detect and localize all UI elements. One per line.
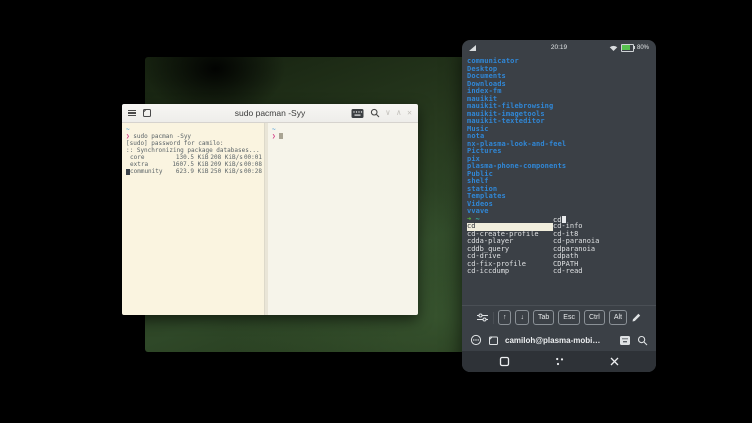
directory-entry: Music [467, 126, 656, 134]
new-tab-icon[interactable] [488, 335, 499, 346]
search-icon[interactable] [637, 335, 648, 346]
directory-entry: Pictures [467, 148, 656, 156]
nav-home-icon[interactable] [499, 356, 510, 367]
prompt-arrow: ➜ [467, 215, 471, 223]
download-size: 623.9 KiB [172, 168, 208, 175]
battery-icon [621, 44, 634, 52]
command-line: ❯ sudo pacman -Syy [126, 133, 262, 140]
prompt-path: ~ [126, 126, 262, 133]
keyboard-toggle-icon[interactable] [351, 108, 364, 119]
directory-entry: Public [467, 171, 656, 179]
keyboard-grid-icon[interactable] [619, 335, 631, 346]
nav-close-icon[interactable] [609, 356, 620, 367]
search-icon[interactable] [370, 108, 380, 118]
pacman-download-row: community 623.9 KiB 250 KiB/s 00:28 [126, 168, 262, 175]
prompt-line: ➜ ~ cd [467, 216, 656, 224]
directory-entry: plasma-phone-components [467, 163, 656, 171]
terminal-window: sudo pacman -Syy ∨ ∧ ✕ ~ ❯ sudo pacman -… [122, 104, 418, 315]
adjustments-icon[interactable] [476, 312, 489, 323]
terminal-pane-right[interactable]: ~ ❯ [268, 123, 418, 315]
completion-row: cd-iccdump cd-read [467, 268, 656, 276]
command-line: ❯ [272, 133, 414, 140]
terminal-output-line: :: Synchronizing package databases... [126, 147, 262, 154]
completion-item: cd-iccdump [467, 268, 553, 276]
new-tab-icon[interactable] [142, 108, 152, 118]
directory-entry: Videos [467, 201, 656, 209]
virtual-key[interactable]: Alt [609, 310, 627, 325]
prompt-path: ~ [475, 215, 479, 223]
completion-item: cd-read [553, 268, 583, 276]
block-cursor [126, 169, 130, 175]
mobile-terminal-screen[interactable]: communicatorDesktopDocumentsDownloadsind… [462, 55, 656, 305]
command-input-text: cd [553, 216, 566, 225]
output-lines: [sudo] password for camilo::: Synchroniz… [126, 140, 262, 154]
download-time: 00:01 [243, 154, 262, 161]
repo-name: extra [130, 161, 172, 168]
terminal-pane-left[interactable]: ~ ❯ sudo pacman -Syy [sudo] password for… [122, 123, 264, 315]
download-size: 1607.5 KiB [172, 161, 208, 168]
mobile-nav-bar [462, 351, 656, 372]
virtual-key[interactable]: Tab [533, 310, 554, 325]
prompt-path: ~ [272, 126, 414, 133]
tab-title[interactable]: camiloh@plasma-mobi… [505, 336, 613, 345]
completion-list: cd cd-info cd-create-profile cd-it8 cdda… [467, 223, 656, 276]
directory-entry: mauikit-texteditor [467, 118, 656, 126]
wifi-icon [609, 44, 618, 52]
clock: 20:19 [551, 44, 567, 51]
virtual-key[interactable]: ↑ [498, 310, 512, 325]
close-icon[interactable]: ✕ [407, 109, 412, 117]
download-size: 130.5 KiB [172, 154, 208, 161]
download-time: 00:28 [243, 168, 262, 175]
virtual-key[interactable]: Ctrl [584, 310, 605, 325]
maximize-icon[interactable]: ∧ [396, 109, 401, 117]
tab-bar: camiloh@plasma-mobi… [462, 329, 656, 351]
virtual-key[interactable]: ↓ [515, 310, 529, 325]
directory-listing: communicatorDesktopDocumentsDownloadsind… [467, 58, 656, 216]
battery-percent: 80% [637, 45, 649, 51]
desktop: sudo pacman -Syy ∨ ∧ ✕ ~ ❯ sudo pacman -… [0, 0, 752, 423]
menu-icon[interactable] [128, 110, 136, 116]
download-time: 00:08 [243, 161, 262, 168]
session-options-icon[interactable] [470, 334, 482, 346]
status-bar: 20:19 80% [462, 40, 656, 55]
download-speed: 250 KiB/s [208, 168, 242, 175]
virtual-key[interactable]: Esc [558, 310, 580, 325]
minimize-icon[interactable]: ∨ [386, 109, 391, 117]
repo-name: community [130, 168, 172, 175]
download-speed: 208 KiB/s [208, 154, 242, 161]
text-cursor [279, 133, 283, 139]
pacman-download-row: core 130.5 KiB 208 KiB/s 00:01 [126, 154, 262, 161]
repo-name: core [130, 154, 172, 161]
text-cursor [562, 216, 566, 223]
virtual-keys: ↑↓ Tab Esc Ctrl Alt [498, 310, 627, 325]
directory-entry: Templates [467, 193, 656, 201]
download-speed: 209 KiB/s [208, 161, 242, 168]
toolbar-separator [493, 312, 494, 324]
terminal-key-toolbar: ↑↓ Tab Esc Ctrl Alt [462, 305, 656, 329]
download-list: core 130.5 KiB 208 KiB/s 00:01 extra 160… [126, 154, 262, 175]
terminal-titlebar[interactable]: sudo pacman -Syy ∨ ∧ ✕ [122, 104, 418, 123]
terminal-output-line: [sudo] password for camilo: [126, 140, 262, 147]
edit-pencil-icon[interactable] [631, 312, 642, 323]
directory-entry: vvave [467, 208, 656, 216]
pacman-download-row: extra 1607.5 KiB 209 KiB/s 00:08 [126, 161, 262, 168]
signal-icon [469, 45, 476, 51]
mobile-terminal-panel: 20:19 80% communicatorDesktopDocumentsDo… [462, 40, 656, 372]
task-switcher-icon[interactable] [554, 356, 565, 367]
